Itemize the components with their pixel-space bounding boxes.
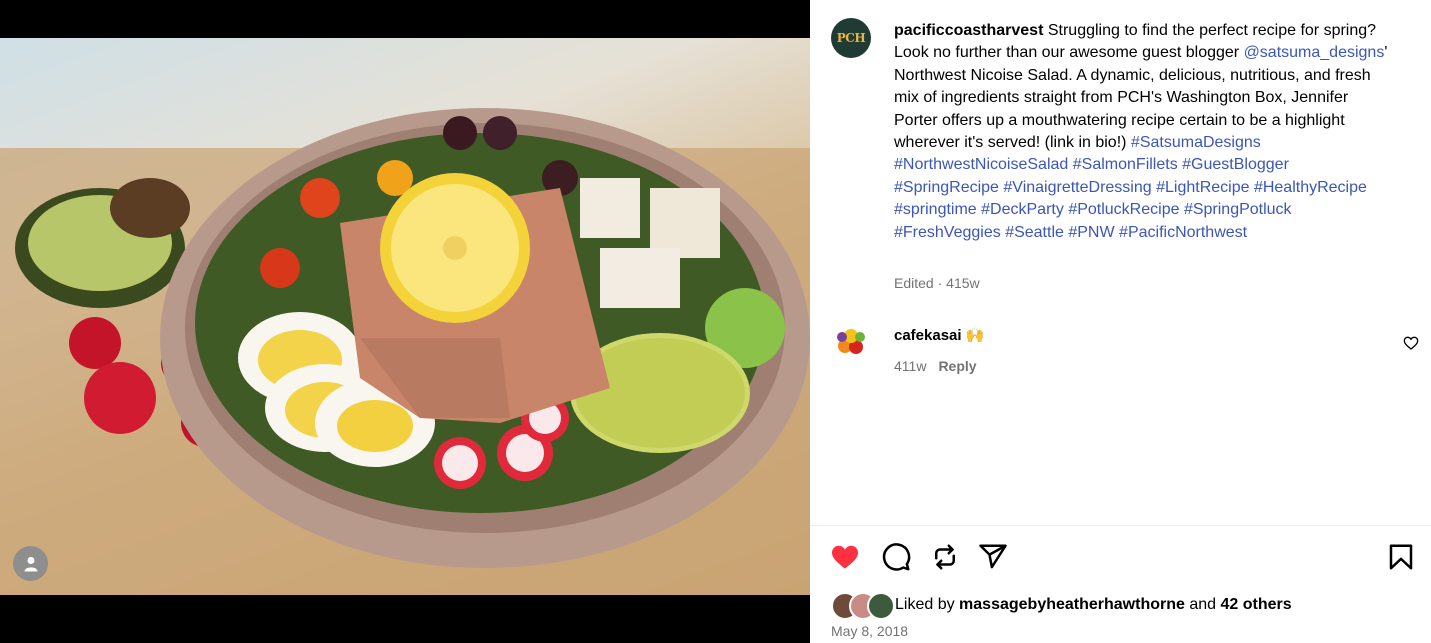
reply-button[interactable]: Reply (938, 358, 976, 374)
comment-username[interactable]: cafekasai (894, 327, 962, 344)
hashtag-link[interactable]: #GuestBlogger (1182, 156, 1289, 173)
post-caption: pacificcoastharvest Struggling to find t… (894, 20, 1394, 244)
liker-avatars[interactable] (831, 592, 895, 620)
repost-icon[interactable] (930, 542, 960, 572)
hashtag-link[interactable]: #VinaigretteDressing (1003, 179, 1151, 196)
hashtag-link[interactable]: #SpringRecipe (894, 179, 999, 196)
profile-avatar[interactable]: PCH (831, 18, 871, 58)
hashtag-link[interactable]: #FreshVeggies (894, 224, 1001, 241)
post-panel: PCH pacificcoastharvest Struggling to fi… (810, 0, 1431, 643)
bookmark-icon[interactable] (1386, 542, 1416, 572)
hashtag-link[interactable]: #springtime (894, 201, 977, 218)
salad-bowl-image (0, 108, 810, 595)
comment-avatar[interactable] (831, 322, 871, 362)
hashtag-link[interactable]: #DeckParty (981, 201, 1064, 218)
heart-filled-icon[interactable] (830, 542, 860, 572)
hashtag-link[interactable]: #PacificNorthwest (1119, 224, 1247, 241)
heart-outline-icon[interactable] (1403, 335, 1419, 351)
hashtag-link[interactable]: #Seattle (1005, 224, 1064, 241)
hashtag-link[interactable]: #PotluckRecipe (1068, 201, 1179, 218)
hashtag-link[interactable]: #SalmonFillets (1073, 156, 1178, 173)
user-tag-icon[interactable] (13, 546, 48, 581)
caption-username[interactable]: pacificcoastharvest (894, 22, 1043, 39)
comment-meta: 411w Reply (894, 358, 977, 374)
edited-label: Edited (894, 275, 934, 291)
comment: cafekasai 🙌 (894, 326, 984, 344)
post-age[interactable]: 415w (946, 275, 979, 291)
avatar-logo-text: PCH (836, 31, 866, 45)
hashtag-link[interactable]: #SpringPotluck (1184, 201, 1292, 218)
share-icon[interactable] (978, 542, 1008, 572)
hashtag-link[interactable]: #SatsumaDesigns (1131, 134, 1261, 151)
likes-summary: Liked by massagebyheatherhawthorne and 4… (831, 592, 1292, 620)
post-photo (0, 38, 810, 595)
hashtag-link[interactable]: #PNW (1068, 224, 1114, 241)
comment-text: 🙌 (965, 327, 985, 344)
comment-icon[interactable] (881, 542, 911, 572)
caption-mention-link[interactable]: @satsuma_designs (1244, 44, 1385, 61)
liked-by-prefix: Liked by (895, 596, 960, 613)
likes-and: and (1184, 596, 1221, 613)
post-meta: Edited · 415w (894, 275, 980, 291)
post-date[interactable]: May 8, 2018 (831, 623, 908, 639)
divider (810, 525, 1431, 526)
hashtag-link[interactable]: #NorthwestNicoiseSalad (894, 156, 1068, 173)
post-media (0, 0, 810, 643)
hashtag-link[interactable]: #HealthyRecipe (1254, 179, 1367, 196)
comment-age: 411w (894, 358, 927, 374)
hashtag-link[interactable]: #LightRecipe (1156, 179, 1249, 196)
likes-others-count[interactable]: 42 others (1221, 596, 1292, 614)
liker-avatar (867, 592, 895, 620)
liked-by-user[interactable]: massagebyheatherhawthorne (959, 596, 1185, 614)
